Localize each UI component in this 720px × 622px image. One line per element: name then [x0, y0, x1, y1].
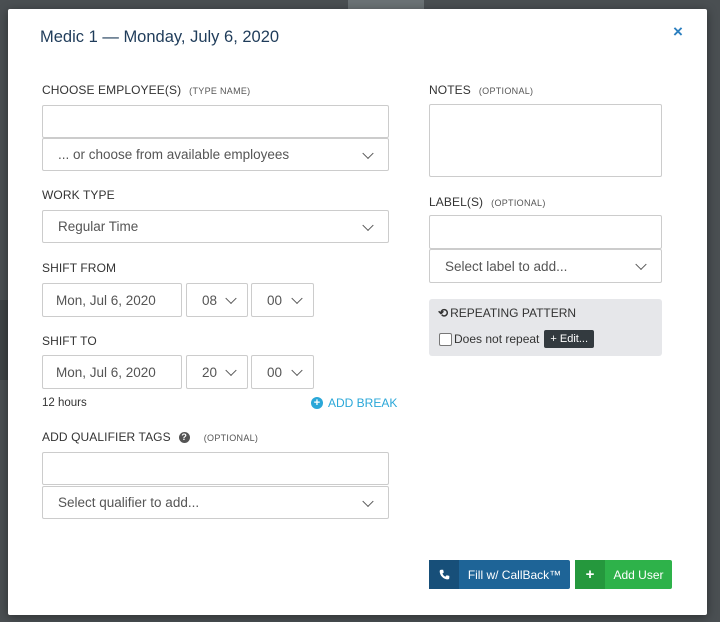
chevron-down-icon: [362, 219, 374, 231]
phone-icon-svg: [439, 569, 449, 580]
qualifier-label-text: ADD QUALIFIER TAGS: [42, 430, 171, 444]
help-icon[interactable]: ?: [178, 432, 190, 443]
employees-hint: (TYPE NAME): [189, 86, 251, 96]
fill-callback-button[interactable]: Fill w/ CallBack™: [429, 560, 570, 589]
chevron-down-icon: [225, 292, 237, 305]
does-not-repeat-checkbox[interactable]: [439, 332, 452, 346]
backdrop-left: [0, 300, 8, 380]
shift-to-date-input[interactable]: Mon, Jul 6, 2020: [42, 355, 182, 389]
chevron-down-icon: [291, 364, 303, 377]
qualifier-select[interactable]: Select qualifier to add...: [42, 486, 389, 519]
repeat-row: Does not repeat + Edit...: [439, 330, 594, 348]
qualifier-input[interactable]: [42, 452, 389, 485]
employee-name-input[interactable]: [42, 105, 389, 138]
repeating-pattern-title: ⟲ REPEATING PATTERN: [438, 306, 576, 320]
add-user-label: Add User: [613, 567, 664, 582]
history-icon: ⟲: [438, 306, 449, 320]
qualifier-select-value: Select qualifier to add...: [58, 495, 200, 510]
work-type-value: Regular Time: [58, 219, 139, 234]
employees-label: CHOOSE EMPLOYEE(S) (TYPE NAME): [42, 83, 250, 97]
fill-callback-label: Fill w/ CallBack™: [467, 567, 562, 582]
notes-optional: (OPTIONAL): [478, 86, 534, 96]
labels-optional: (OPTIONAL): [491, 198, 546, 208]
labels-select[interactable]: Select label to add...: [429, 249, 662, 283]
shift-from-label: SHIFT FROM: [42, 261, 117, 275]
repeating-pattern-panel: ⟲ REPEATING PATTERN Does not repeat + Ed…: [429, 299, 662, 356]
available-employees-value: ... or choose from available employees: [58, 147, 290, 162]
shift-to-hour-select[interactable]: 20: [186, 355, 248, 389]
plus-circle-icon: +: [311, 397, 323, 409]
shift-duration: 12 hours: [42, 397, 87, 409]
qualifier-optional: (OPTIONAL): [203, 433, 259, 443]
chevron-down-icon: [291, 292, 303, 305]
plus-icon: +: [575, 560, 605, 589]
shift-to-minute-value: 00: [267, 364, 283, 380]
labels-label: LABEL(S) (OPTIONAL): [429, 195, 546, 209]
notes-label: NOTES (OPTIONAL): [429, 83, 533, 97]
chevron-down-icon: [635, 258, 647, 271]
chevron-down-icon: [362, 147, 374, 159]
close-icon[interactable]: ×: [673, 23, 683, 40]
available-employees-select[interactable]: ... or choose from available employees: [42, 138, 389, 171]
edit-pattern-button[interactable]: + Edit...: [544, 330, 594, 348]
labels-label-text: LABEL(S): [429, 195, 484, 209]
labels-input[interactable]: [429, 215, 662, 249]
work-type-label: WORK TYPE: [42, 188, 115, 202]
shift-from-minute-select[interactable]: 00: [251, 283, 314, 317]
shift-to-hour-value: 20: [202, 364, 218, 380]
repeating-pattern-title-text: REPEATING PATTERN: [450, 306, 577, 320]
shift-modal: Medic 1 — Monday, July 6, 2020 × CHOOSE …: [8, 9, 707, 615]
qualifier-label: ADD QUALIFIER TAGS? (OPTIONAL): [42, 430, 258, 444]
chevron-down-icon: [362, 495, 374, 507]
backdrop-strip: [348, 0, 424, 9]
notes-label-text: NOTES: [429, 83, 471, 97]
modal-title: Medic 1 — Monday, July 6, 2020: [40, 28, 280, 46]
shift-to-label: SHIFT TO: [42, 334, 97, 348]
phone-icon: [429, 560, 459, 589]
shift-from-minute-value: 00: [267, 292, 283, 308]
work-type-select[interactable]: Regular Time: [42, 210, 389, 243]
shift-from-hour-select[interactable]: 08: [186, 283, 248, 317]
does-not-repeat-label: Does not repeat: [454, 332, 540, 346]
add-break-link[interactable]: + ADD BREAK: [311, 396, 397, 410]
notes-textarea[interactable]: [429, 104, 662, 177]
chevron-down-icon: [225, 364, 237, 377]
shift-from-hour-value: 08: [202, 292, 218, 308]
employees-label-text: CHOOSE EMPLOYEE(S): [42, 83, 182, 97]
shift-to-minute-select[interactable]: 00: [251, 355, 314, 389]
shift-from-date-input[interactable]: Mon, Jul 6, 2020: [42, 283, 182, 317]
add-user-button[interactable]: + Add User: [575, 560, 672, 589]
labels-select-value: Select label to add...: [445, 258, 568, 274]
add-break-label: ADD BREAK: [328, 396, 398, 410]
